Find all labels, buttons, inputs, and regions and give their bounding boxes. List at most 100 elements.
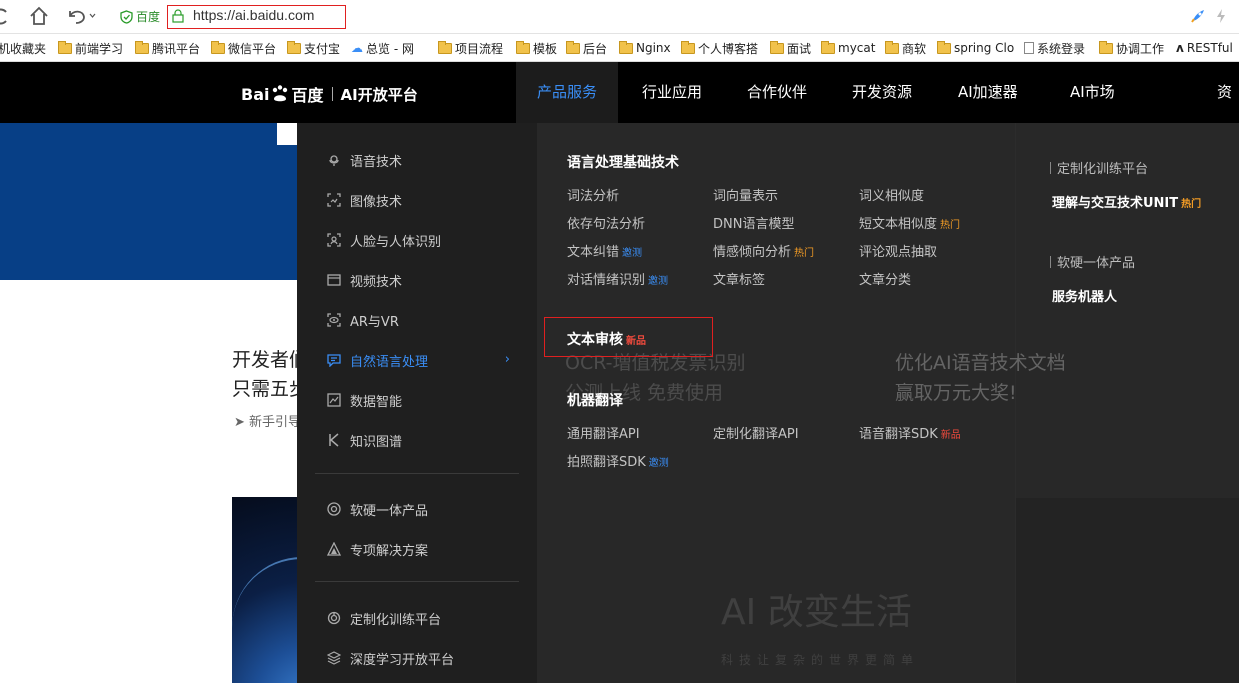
category-item[interactable]: 图像技术 [327, 190, 402, 210]
bookmark-label: 模板 [533, 41, 558, 56]
menu-link-label: 依存句法分析 [567, 217, 646, 232]
earth-banner-image[interactable] [232, 497, 372, 683]
mic-icon [329, 155, 339, 166]
bookmark-item[interactable]: 项目流程 [438, 39, 503, 57]
bookmark-item[interactable]: ☁ 总览 - 网 [351, 39, 414, 57]
folder-icon [681, 40, 695, 54]
menu-link[interactable]: 文章标签 [713, 269, 765, 288]
bookmark-item[interactable]: 系统登录 [1024, 39, 1085, 57]
menu-link[interactable]: 词向量表示 [713, 185, 778, 204]
bookmark-label: 后台 [583, 41, 608, 56]
menu-link-label: 定制化翻译API [713, 427, 799, 442]
link-tag: 热门 [794, 248, 815, 259]
bookmark-label: 前端学习 [75, 41, 124, 56]
lightning-icon[interactable] [1216, 8, 1226, 28]
hero-chip [277, 123, 297, 145]
chart-icon [327, 393, 341, 407]
home-icon[interactable] [28, 5, 50, 27]
folder-icon [287, 40, 301, 54]
menu-link[interactable]: 文本纠错 邀测 [567, 241, 642, 260]
bookmark-item[interactable]: ᴧ RESTful [1176, 39, 1233, 57]
news-card-sub[interactable]: ➤ 新手引导 [234, 411, 297, 430]
right-item-unit[interactable]: 理解与交互技术UNIT 热门 [1052, 192, 1201, 211]
site-verified-badge[interactable]: 百度 [120, 8, 160, 25]
category-item[interactable]: 深度学习开放平台 [327, 648, 454, 668]
menu-link-label: 词义相似度 [859, 189, 925, 204]
nav-partners[interactable]: 合作伙伴 [747, 62, 807, 123]
bookmark-item[interactable]: 协调工作 [1099, 39, 1164, 57]
rest-icon: ᴧ [1176, 41, 1184, 55]
bookmark-item[interactable]: 腾讯平台 [135, 39, 200, 57]
bookmark-item[interactable]: 微信平台 [211, 39, 276, 57]
bookmark-item[interactable]: mycat [821, 39, 875, 57]
category-item[interactable]: 自然语言处理 › [327, 350, 510, 370]
hero-banner[interactable] [0, 123, 297, 280]
category-item[interactable]: 视频技术 [327, 270, 402, 290]
nav-dev-resources[interactable]: 开发资源 [852, 62, 912, 123]
undo-icon[interactable] [64, 5, 96, 27]
menu-link[interactable]: 依存句法分析 [567, 213, 645, 232]
menu-link[interactable]: 评论观点抽取 [859, 241, 937, 260]
category-label: 语音技术 [350, 154, 403, 170]
right-item-robot[interactable]: 服务机器人 [1052, 286, 1117, 305]
nlp-section-title: 语言处理基础技术 [567, 155, 679, 171]
bookmark-item[interactable]: 模板 [516, 39, 557, 57]
site-badge-label: 百度 [136, 10, 161, 24]
refresh-icon[interactable] [0, 5, 10, 27]
menu-link[interactable]: 文章分类 [859, 269, 911, 288]
bookmark-item[interactable]: spring Clo [937, 39, 1014, 57]
news-card-title[interactable]: 开发者们 只需五步 [232, 346, 297, 404]
menu-link-label: 语音翻译SDK [859, 427, 938, 442]
bookmark-label: mycat [838, 41, 876, 55]
eye-icon [327, 313, 341, 327]
category-label: AR与VR [350, 314, 399, 330]
bookmark-item[interactable]: 面试 [770, 39, 811, 57]
bookmark-item[interactable]: 机收藏夹 [0, 39, 46, 57]
category-label: 定制化训练平台 [350, 612, 442, 628]
category-item[interactable]: 专项解决方案 [327, 539, 428, 559]
shield-check-icon [120, 9, 133, 24]
menu-link-label: 拍照翻译SDK [567, 455, 646, 470]
bookmark-label: 系统登录 [1037, 41, 1086, 56]
bookmark-label: Nginx [636, 41, 671, 55]
menu-link[interactable]: 拍照翻译SDK 邀测 [567, 451, 669, 470]
bookmark-label: spring Clo [954, 41, 1015, 55]
menu-link[interactable]: 情感倾向分析 热门 [713, 241, 814, 260]
category-item[interactable]: AR与VR [327, 310, 399, 330]
menu-link[interactable]: DNN语言模型 [713, 213, 794, 232]
nav-products[interactable]: 产品服务 [516, 62, 619, 123]
folder-icon [937, 40, 951, 54]
nav-news[interactable]: 资讯 [1217, 62, 1239, 162]
bookmark-label: 商软 [902, 41, 927, 56]
category-item[interactable]: 语音技术 [327, 150, 402, 170]
bookmark-item[interactable]: 后台 [566, 39, 607, 57]
folder-icon [438, 40, 452, 54]
bookmark-item[interactable]: 个人博客搭 [681, 39, 758, 57]
menu-link[interactable]: 对话情绪识别 邀测 [567, 269, 668, 288]
bookmark-item[interactable]: 支付宝 [287, 39, 340, 57]
machine-translation-title: 机器翻译 [567, 393, 623, 409]
category-item[interactable]: 知识图谱 [327, 430, 402, 450]
link-tag: 新品 [940, 430, 961, 441]
bookmark-label: 微信平台 [228, 41, 277, 56]
nav-industry[interactable]: 行业应用 [642, 62, 702, 123]
menu-link[interactable]: 短文本相似度 热门 [859, 213, 960, 232]
nav-ai-market[interactable]: AI市场 [1070, 62, 1115, 123]
right-head-hardware: 软硬一体产品 [1050, 252, 1135, 271]
category-item[interactable]: 人脸与人体识别 [327, 230, 441, 250]
category-item[interactable]: 数据智能 [327, 390, 402, 410]
bookmark-item[interactable]: Nginx [619, 39, 671, 57]
bookmark-item[interactable]: 前端学习 [58, 39, 123, 57]
category-item[interactable]: 定制化训练平台 [327, 608, 441, 628]
category-item[interactable]: 软硬一体产品 [327, 499, 428, 519]
menu-link[interactable]: 词法分析 [567, 185, 619, 204]
bookmark-item[interactable]: 商软 [885, 39, 926, 57]
nav-ai-accelerator[interactable]: AI加速器 [958, 62, 1018, 123]
menu-link[interactable]: 词义相似度 [859, 185, 924, 204]
menu-link[interactable]: 语音翻译SDK 新品 [859, 423, 961, 442]
menu-link[interactable]: 通用翻译API [567, 423, 640, 442]
baidu-logo[interactable]: Bai 百度 AI开放平台 [241, 82, 418, 106]
rocket-icon[interactable] [1190, 8, 1206, 28]
category-label: 知识图谱 [350, 434, 403, 450]
menu-link[interactable]: 定制化翻译API [713, 423, 799, 442]
